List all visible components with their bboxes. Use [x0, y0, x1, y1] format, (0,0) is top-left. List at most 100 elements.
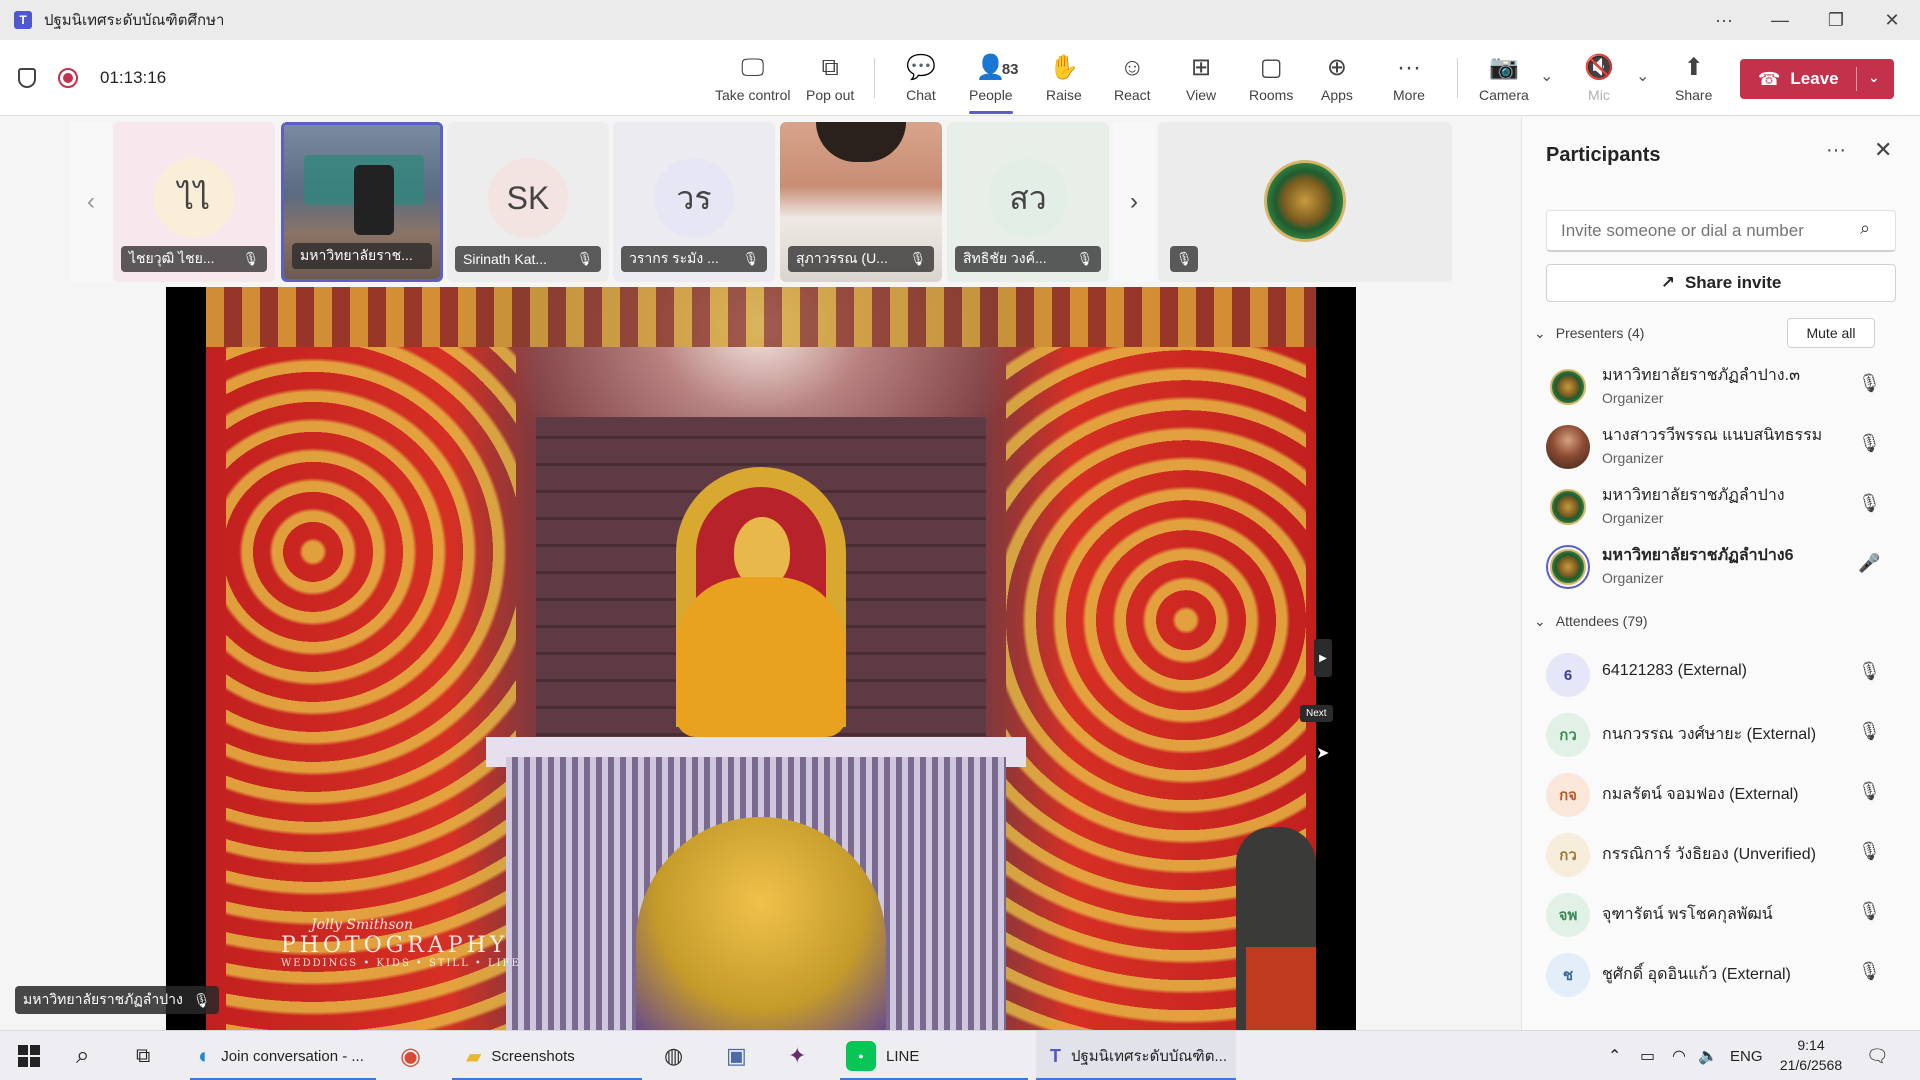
- university-seal-icon: [1550, 369, 1586, 405]
- taskbar-clock[interactable]: 9:14 21/6/2568: [1766, 1035, 1856, 1075]
- participant-tile[interactable]: 🎙: [1158, 122, 1452, 282]
- attendees-section-toggle[interactable]: ⌄ Attendees (79): [1534, 607, 1648, 635]
- app-icon[interactable]: ✦: [788, 1031, 806, 1080]
- chrome-icon[interactable]: ◉: [400, 1031, 421, 1080]
- close-window-button[interactable]: ✕: [1864, 0, 1920, 40]
- slide-next-button[interactable]: ▶: [1314, 639, 1332, 677]
- meeting-timer: 01:13:16: [100, 68, 167, 87]
- avatar: ไไ: [154, 158, 234, 238]
- taskbar-line[interactable]: ● LINE: [840, 1031, 1028, 1080]
- search-icon[interactable]: ⌕: [76, 1031, 89, 1080]
- more-options-icon[interactable]: ···: [1696, 0, 1752, 40]
- meeting-stage: ‹ ไไ ไชยวุฒิ ไชย... 🎙 มหาวิทยาลัยราช... S…: [0, 117, 1520, 1030]
- invite-input[interactable]: [1546, 210, 1896, 252]
- participant-tile-active-speaker[interactable]: มหาวิทยาลัยราช...: [281, 122, 443, 282]
- mic-off-icon: 🎙: [576, 251, 593, 266]
- tiles-next-button[interactable]: ›: [1113, 122, 1155, 282]
- tile-name-plate: Sirinath Kat... 🎙: [455, 246, 601, 272]
- language-indicator[interactable]: ENG: [1730, 1031, 1763, 1080]
- avatar: [1546, 365, 1590, 409]
- rooms-button[interactable]: ▢ Rooms: [1249, 40, 1293, 116]
- participant-tile[interactable]: SK Sirinath Kat... 🎙: [447, 122, 609, 282]
- raise-hand-button[interactable]: ✋ Raise: [1046, 40, 1082, 116]
- chevron-right-icon: ›: [1130, 188, 1138, 215]
- obs-icon[interactable]: ◍: [664, 1031, 683, 1080]
- tiles-prev-button[interactable]: ‹: [70, 122, 112, 282]
- chat-button[interactable]: 💬 Chat: [906, 40, 936, 116]
- react-button[interactable]: ☺ React: [1114, 40, 1151, 116]
- participant-row[interactable]: มหาวิทยาลัยราชภัฏลำปาง.๓ Organizer 🎙: [1522, 357, 1920, 417]
- apps-button[interactable]: ⊕ Apps: [1321, 40, 1353, 116]
- maximize-button[interactable]: ❐: [1808, 0, 1864, 40]
- people-count: 83: [1001, 61, 1019, 78]
- taskbar-file-explorer[interactable]: ▰ Screenshots: [452, 1031, 642, 1080]
- minimize-button[interactable]: —: [1752, 0, 1808, 40]
- chevron-down-icon: ⌄: [1534, 612, 1546, 629]
- teams-icon: T: [1050, 1045, 1061, 1066]
- leave-options-chevron-icon[interactable]: ⌄: [1868, 69, 1880, 86]
- university-seal-icon: [1550, 549, 1586, 585]
- title-bar: T ปฐมนิเทศระดับบัณฑิตศึกษา ··· — ❐ ✕: [0, 0, 1920, 40]
- pop-out-button[interactable]: ⧉ Pop out: [806, 40, 854, 116]
- avatar: กว: [1546, 833, 1590, 877]
- participant-row[interactable]: กว กนกวรรณ วงศ์ษายะ (External) 🎙: [1522, 705, 1920, 765]
- presenters-section-toggle[interactable]: ⌄ Presenters (4): [1534, 319, 1644, 347]
- participant-tile[interactable]: สว สิทธิชัย วงค์... 🎙: [947, 122, 1109, 282]
- participant-tile[interactable]: ไไ ไชยวุฒิ ไชย... 🎙: [113, 122, 275, 282]
- mic-on-icon: 🎤: [1858, 553, 1881, 573]
- smiley-icon: ☺: [1120, 54, 1145, 81]
- camera-off-icon: 📷: [1488, 54, 1519, 81]
- participant-tile[interactable]: วร วรากร ระมัง ... 🎙: [613, 122, 775, 282]
- mic-options-chevron-icon[interactable]: ⌄: [1636, 66, 1649, 86]
- panel-title: Participants: [1546, 143, 1661, 166]
- notifications-icon[interactable]: 🗨: [1866, 1031, 1889, 1080]
- edge-icon: ◐: [198, 1043, 212, 1068]
- search-icon[interactable]: ⌕: [1860, 218, 1870, 239]
- camera-options-chevron-icon[interactable]: ⌄: [1540, 66, 1553, 86]
- mute-all-button[interactable]: Mute all: [1787, 318, 1875, 348]
- leave-button[interactable]: ☎ Leave ⌄: [1740, 59, 1894, 99]
- taskbar-teams[interactable]: T ปฐมนิเทศระดับบัณฑิต...: [1036, 1031, 1236, 1080]
- mic-off-icon: 🎙: [192, 991, 211, 1008]
- app-icon[interactable]: ▣: [726, 1031, 747, 1080]
- taskbar-edge[interactable]: ◐ Join conversation - ...: [190, 1031, 376, 1080]
- volume-muted-icon[interactable]: 🔈: [1698, 1031, 1718, 1080]
- shield-icon[interactable]: [18, 68, 36, 88]
- camera-button[interactable]: 📷 Camera: [1479, 40, 1529, 116]
- share-invite-button[interactable]: ↗ Share invite: [1546, 264, 1896, 302]
- mic-button[interactable]: 🔇 Mic: [1584, 40, 1614, 116]
- take-control-button[interactable]: 🖵 Take control: [715, 40, 790, 116]
- shared-screen[interactable]: Jolly Smithson PHOTOGRAPHY WEDDINGS • KI…: [166, 287, 1356, 1030]
- participant-row[interactable]: มหาวิทยาลัยราชภัฏลำปาง Organizer 🎙: [1522, 477, 1920, 537]
- people-button[interactable]: 👤 83 People: [969, 40, 1019, 116]
- share-button[interactable]: ⬆ Share: [1675, 40, 1712, 116]
- participant-tile[interactable]: สุภาวรรณ (U... 🎙: [780, 122, 942, 282]
- avatar: ช: [1546, 953, 1590, 997]
- more-options-icon[interactable]: ···: [1826, 139, 1846, 162]
- recording-icon: [58, 68, 78, 88]
- tile-name-plate: วรากร ระมัง ... 🎙: [621, 246, 767, 272]
- close-icon[interactable]: ✕: [1874, 137, 1892, 163]
- chat-icon: 💬: [906, 54, 936, 81]
- mic-off-icon: 🎙: [1858, 493, 1881, 513]
- participant-row[interactable]: 6 64121283 (External) 🎙: [1522, 645, 1920, 705]
- participant-row-speaking[interactable]: มหาวิทยาลัยราชภัฏลำปาง6 Organizer 🎤: [1522, 537, 1920, 597]
- participant-row[interactable]: จพ จุฑารัตน์ พรโชคกุลพัฒน์ 🎙: [1522, 885, 1920, 945]
- mic-off-icon: 🔇: [1584, 54, 1614, 81]
- participant-row[interactable]: กว กรรณิการ์ วังธิยอง (Unverified) 🎙: [1522, 825, 1920, 885]
- mic-off-icon: 🎙: [1858, 661, 1881, 681]
- wifi-icon[interactable]: ◠: [1672, 1031, 1686, 1080]
- show-hidden-icons-icon[interactable]: ⌃: [1608, 1031, 1621, 1080]
- avatar: SK: [488, 158, 568, 238]
- participant-row[interactable]: ช ชูศักดิ์ อุดอินแก้ว (External) 🎙: [1522, 945, 1920, 1005]
- presenter-name-plate: มหาวิทยาลัยราชภัฏลำปาง 🎙: [15, 986, 219, 1014]
- toolbar-divider: [874, 58, 875, 98]
- view-button[interactable]: ⊞ View: [1186, 40, 1216, 116]
- more-button[interactable]: ··· More: [1393, 40, 1425, 116]
- participant-row[interactable]: กจ กมลรัตน์ จอมฟอง (External) 🎙: [1522, 765, 1920, 825]
- grid-view-icon: ⊞: [1190, 54, 1212, 81]
- participant-row[interactable]: นางสาวรวีพรรณ แนบสนิทธรรม Organizer 🎙: [1522, 417, 1920, 477]
- start-button[interactable]: [18, 1031, 40, 1080]
- task-view-icon[interactable]: ⧉: [136, 1031, 150, 1080]
- battery-icon[interactable]: ▭: [1640, 1031, 1655, 1080]
